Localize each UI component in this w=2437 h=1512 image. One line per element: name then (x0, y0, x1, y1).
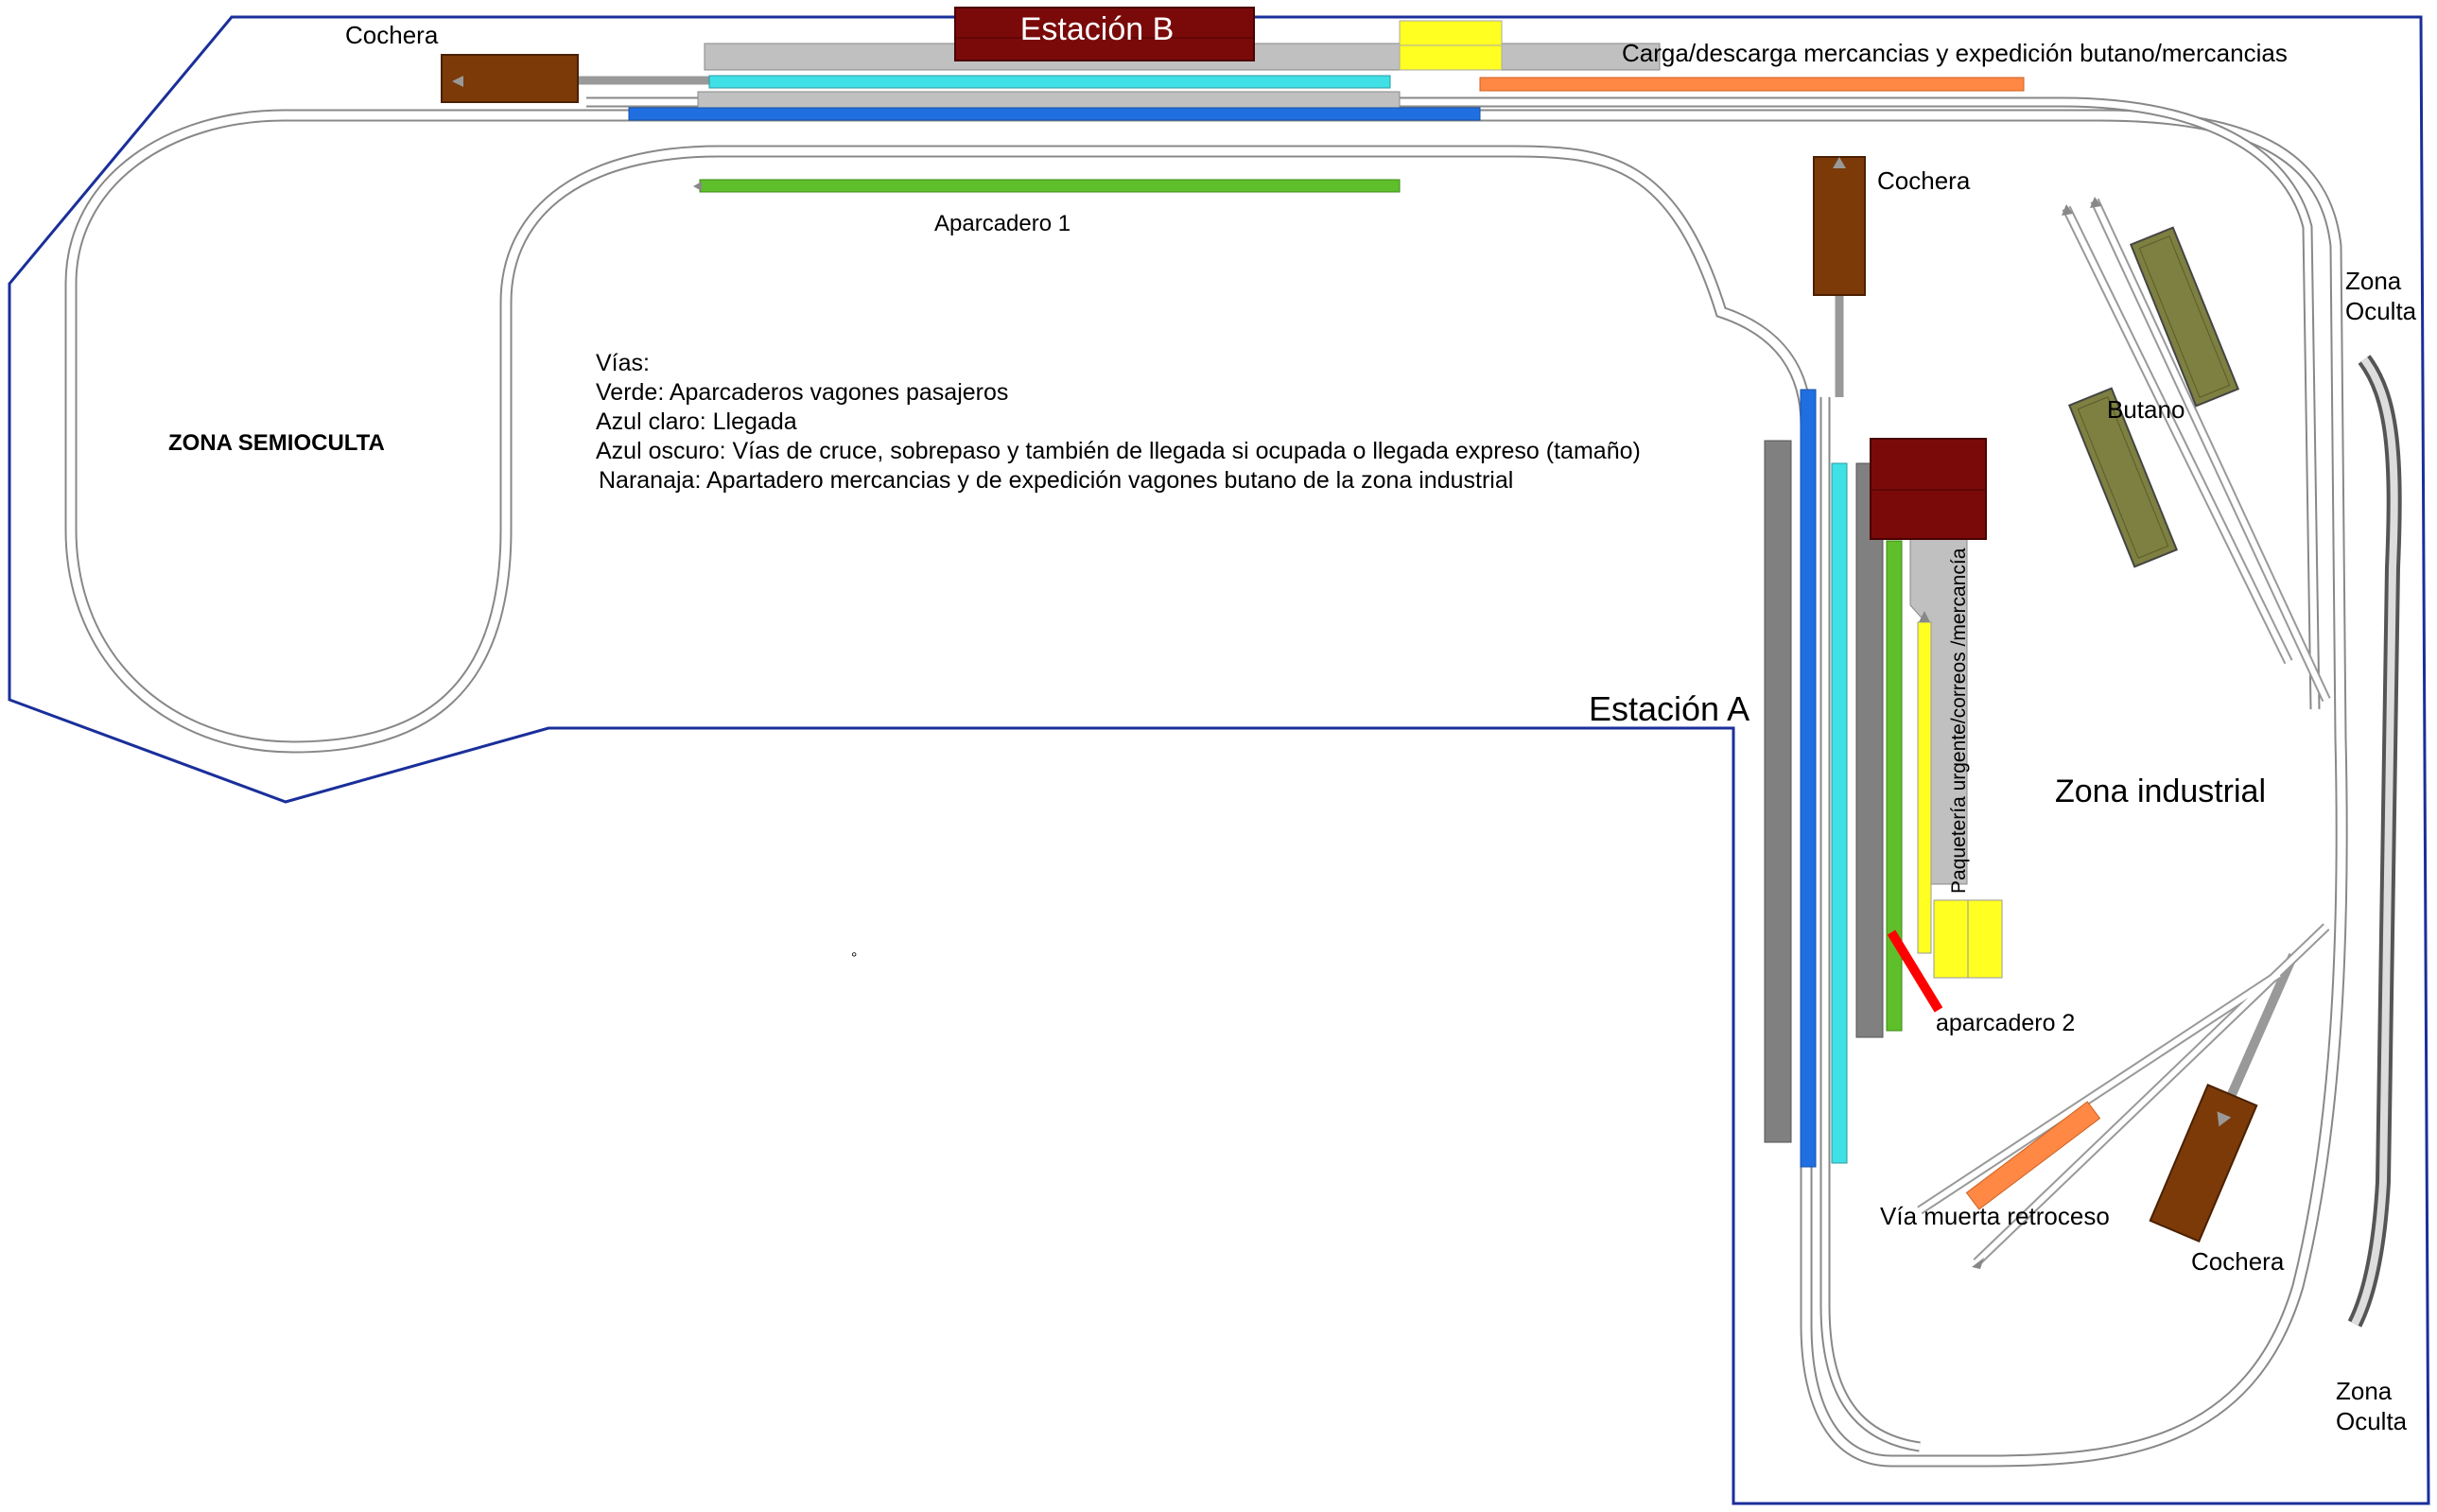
label-paqueteria: Paquetería urgente/correos /mercancía (1948, 547, 1970, 894)
label-butano: Butano (2107, 395, 2185, 424)
station-a-platform-dark-left (1764, 440, 1792, 1143)
label-via-muerta: Vía muerta retroceso (1880, 1202, 2110, 1230)
label-cochera-industrial: Cochera (2191, 1247, 2285, 1276)
label-estacion-a: Estación A (1589, 689, 1749, 728)
label-carga-descarga: Carga/descarga mercancias y expedición b… (1622, 39, 2288, 67)
label-cochera-top-left: Cochera (345, 21, 439, 49)
track-legend: Vías: Verde: Aparcaderos vagones pasajer… (596, 350, 1641, 494)
station-a-track-dark-blue (1800, 389, 1817, 1168)
legend-line-orange: Naranaja: Apartadero mercancias y de exp… (599, 467, 1513, 494)
layout-boundary (8, 15, 2430, 1505)
label-oculta-bottom: Oculta (2336, 1407, 2408, 1435)
aparcadero-1-track-green (699, 179, 1401, 193)
legend-line-light-blue: Azul claro: Llegada (596, 408, 797, 435)
label-small-mark: ° (851, 950, 857, 966)
dead-end-track-orange (1965, 1101, 2101, 1210)
station-a-building (1870, 438, 1987, 540)
industrial-branch-tracks (1917, 198, 2331, 1266)
station-a-track-light-blue (1831, 462, 1848, 1164)
track-layout-diagram: Estación B Cochera Carga/descarga mercan… (8, 7, 2430, 1505)
station-b-platform-mid (697, 91, 1401, 109)
station-b-track-dark-blue (628, 107, 1481, 121)
legend-line-dark-blue: Azul oscuro: Vías de cruce, sobrepaso y … (596, 438, 1641, 464)
aparcadero-1-buffer-icon (693, 182, 702, 191)
shed-station-a (1813, 156, 1866, 296)
legend-heading: Vías: (596, 350, 650, 376)
shed-industrial (2149, 1083, 2258, 1243)
label-zona-oculta-top: Zona (2345, 267, 2402, 295)
label-aparcadero-1: Aparcadero 1 (934, 211, 1071, 236)
label-oculta-top: Oculta (2345, 297, 2417, 325)
station-b-title: Estación B (1020, 11, 1175, 47)
label-zona-industrial: Zona industrial (2055, 773, 2266, 809)
aparcadero-2-track-green (1886, 540, 1903, 1032)
station-a-platform-dark-right (1855, 462, 1884, 1038)
main-loop-track (64, 109, 2348, 1468)
label-cochera-station-a: Cochera (1877, 166, 1971, 195)
label-aparcadero-2: aparcadero 2 (1936, 1010, 2075, 1036)
legend-line-green: Verde: Aparcaderos vagones pasajeros (596, 379, 1008, 406)
goods-track-orange (1479, 77, 2025, 92)
station-b-track-light-blue (708, 75, 1391, 89)
parcels-track-yellow (1917, 621, 1932, 954)
label-zona-oculta-bottom: Zona (2336, 1377, 2393, 1405)
label-zona-semioculta: ZONA SEMIOCULTA (168, 430, 385, 456)
